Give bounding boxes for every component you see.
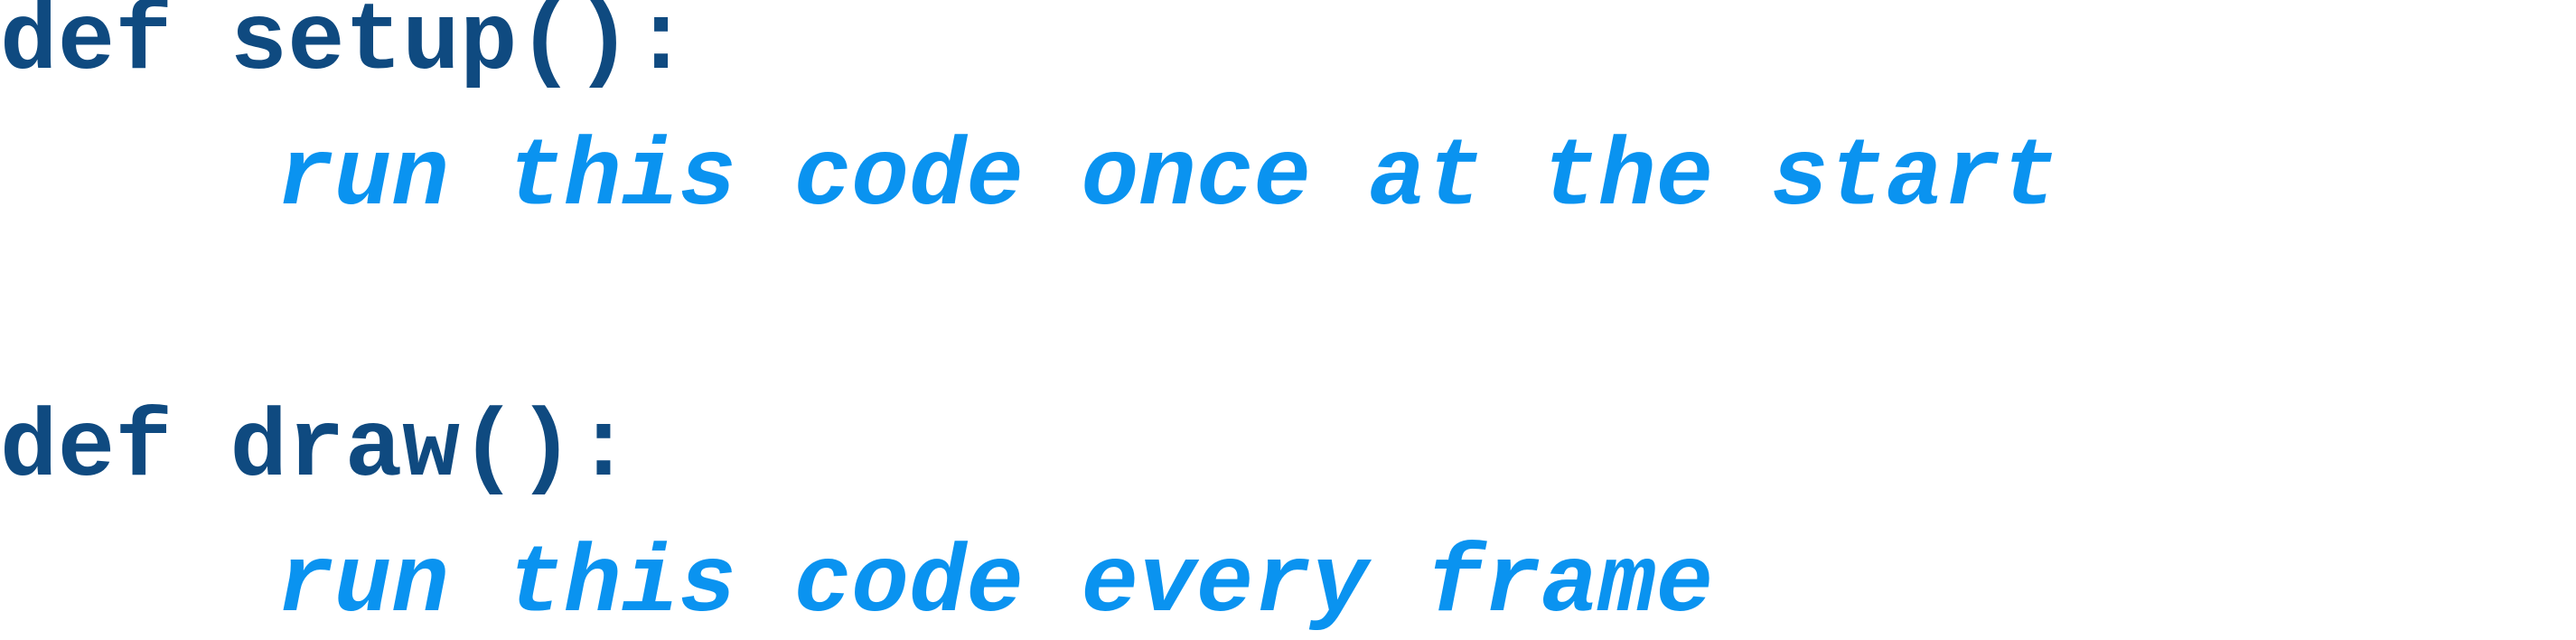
setup-function-definition: def setup(): [0,0,690,97]
draw-function-definition: def draw(): [0,395,632,504]
draw-function-body-comment: run this code every frame [276,531,1714,639]
setup-function-body-comment: run this code once at the start [276,124,2058,232]
code-block: def setup(): run this code once at the s… [0,0,2576,640]
